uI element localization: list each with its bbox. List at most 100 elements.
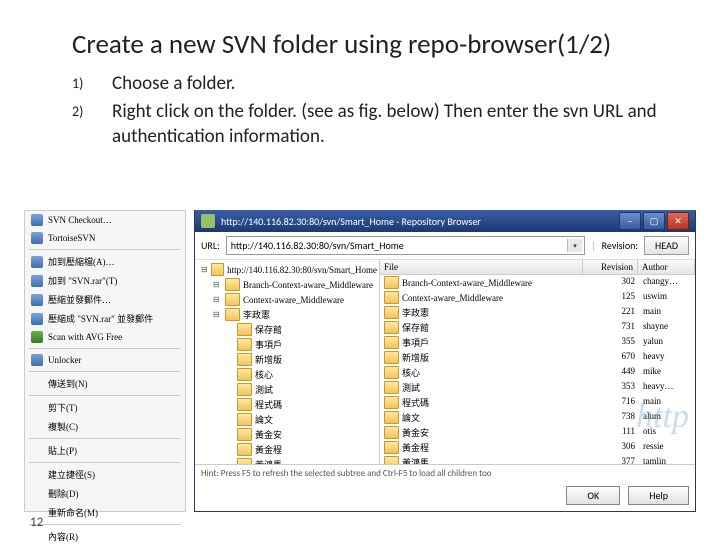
tree-item[interactable]: 核心: [197, 367, 377, 382]
file-name: 黃金程: [402, 441, 429, 454]
tree-item[interactable]: ⊟Context-aware_Middleware: [197, 292, 377, 307]
expand-icon[interactable]: ⊟: [213, 280, 222, 289]
file-list[interactable]: File Revision Author Branch-Context-awar…: [380, 260, 695, 464]
list-row[interactable]: 李政憲221main: [380, 305, 695, 320]
ctx-compress-mail[interactable]: 壓縮並發郵件…: [25, 290, 185, 309]
window-title: http://140.116.82.30:80/svn/Smart_Home -…: [221, 215, 613, 228]
file-name: 李政憲: [402, 306, 429, 319]
ctx-copy[interactable]: 複製(C): [25, 417, 185, 436]
chevron-down-icon[interactable]: ▾: [567, 239, 582, 252]
tree-label: http://140.116.82.30:80/svn/Smart_Home: [227, 265, 377, 275]
ctx-send-to[interactable]: 傳送到(N): [25, 374, 185, 393]
col-author[interactable]: Author: [638, 260, 695, 274]
file-name: 測試: [402, 381, 420, 394]
folder-icon: [384, 351, 399, 364]
ctx-avg-scan[interactable]: Scan with AVG Free: [25, 328, 185, 346]
list-row[interactable]: 論文738alum: [380, 410, 695, 425]
tree-item[interactable]: ⊟Branch-Context-aware_Middleware: [197, 277, 377, 292]
file-name: 黃金安: [402, 426, 429, 439]
folder-icon: [384, 336, 399, 349]
list-row[interactable]: 保存館731shayne: [380, 320, 695, 335]
ctx-add-archive[interactable]: 加到壓縮檔(A)…: [25, 252, 185, 271]
tree-item[interactable]: 事項戶: [197, 337, 377, 352]
minimize-button[interactable]: –: [619, 212, 641, 230]
ctx-svn-checkout[interactable]: SVN Checkout…: [25, 211, 185, 229]
head-button[interactable]: HEAD: [644, 236, 689, 255]
list-row[interactable]: 黃金程306ressie: [380, 440, 695, 455]
list-row[interactable]: Context-aware_Middleware125uswim: [380, 290, 695, 305]
blank-icon: [31, 402, 43, 414]
url-input[interactable]: http://140.116.82.30:80/svn/Smart_Home ▾: [226, 236, 585, 255]
titlebar[interactable]: http://140.116.82.30:80/svn/Smart_Home -…: [195, 210, 695, 232]
ctx-delete[interactable]: 刪除(D): [25, 484, 185, 503]
tree-item[interactable]: 保存館: [197, 322, 377, 337]
folder-icon: [237, 413, 252, 426]
list-row[interactable]: 測試353heavy…: [380, 380, 695, 395]
step-item: 2) Right click on the folder. (see as fi…: [72, 99, 680, 150]
screenshot-composite: SVN Checkout… TortoiseSVN 加到壓縮檔(A)… 加到 "…: [24, 210, 696, 512]
expand-icon[interactable]: ⊟: [201, 265, 208, 274]
expand-icon[interactable]: ⊟: [213, 295, 222, 304]
file-name: 保存館: [402, 321, 429, 334]
step-text: Right click on the folder. (see as fig. …: [112, 99, 680, 150]
file-name: Branch-Context-aware_Middleware: [402, 278, 532, 288]
ctx-unlocker[interactable]: Unlocker: [25, 351, 185, 369]
tree-panel[interactable]: ⊟http://140.116.82.30:80/svn/Smart_Home⊟…: [195, 260, 380, 464]
ctx-label: 加到 "SVN.rar"(T): [48, 274, 117, 287]
folder-icon: [384, 291, 399, 304]
ctx-rename[interactable]: 重新命名(M): [25, 503, 185, 522]
ok-button[interactable]: OK: [566, 486, 620, 505]
tree-item[interactable]: 黃鴻馬: [197, 457, 377, 464]
auth-cell: uswim: [639, 290, 695, 305]
tree-item[interactable]: 黃金程: [197, 442, 377, 457]
ctx-tortoisesvn[interactable]: TortoiseSVN: [25, 229, 185, 247]
folder-icon: [237, 443, 252, 456]
ctx-label: 複製(C): [48, 420, 78, 433]
separator: [29, 395, 181, 396]
ctx-cut[interactable]: 剪下(T): [25, 398, 185, 417]
rev-cell: 302: [585, 275, 639, 290]
ctx-paste[interactable]: 貼上(P): [25, 441, 185, 460]
expand-icon[interactable]: ⊟: [213, 310, 222, 319]
list-row[interactable]: 事項戶355yalun: [380, 335, 695, 350]
col-file[interactable]: File: [380, 260, 583, 274]
list-row[interactable]: 新增版670heavy: [380, 350, 695, 365]
list-row[interactable]: Branch-Context-aware_Middleware302changy…: [380, 275, 695, 290]
tree-item[interactable]: 新增版: [197, 352, 377, 367]
url-value: http://140.116.82.30:80/svn/Smart_Home: [231, 239, 404, 252]
tree-item[interactable]: ⊟ 李政憲: [197, 307, 377, 322]
folder-icon: [384, 276, 399, 289]
list-row[interactable]: 程式碼716main: [380, 395, 695, 410]
list-row[interactable]: 黃鴻馬377tamlin: [380, 455, 695, 464]
tree-item[interactable]: 測試: [197, 382, 377, 397]
list-row[interactable]: 黃金安111otis: [380, 425, 695, 440]
tree-item[interactable]: 黃金安: [197, 427, 377, 442]
ctx-label: 壓縮並發郵件…: [48, 293, 111, 306]
unlocker-icon: [31, 354, 43, 366]
folder-icon: [211, 263, 224, 276]
tree-label: 李政憲: [243, 308, 270, 321]
help-button[interactable]: Help: [628, 486, 689, 505]
ctx-label: Unlocker: [48, 355, 82, 365]
blank-icon: [31, 421, 43, 433]
close-button[interactable]: ✕: [667, 212, 689, 230]
rev-cell: 716: [585, 395, 639, 410]
ctx-compress-rar-mail[interactable]: 壓縮成 "SVN.rar" 並發郵件: [25, 309, 185, 328]
tree-item[interactable]: 程式碼: [197, 397, 377, 412]
auth-cell: yalun: [639, 335, 695, 350]
context-menu: SVN Checkout… TortoiseSVN 加到壓縮檔(A)… 加到 "…: [24, 210, 186, 512]
folder-icon: [225, 308, 240, 321]
folder-icon: [384, 381, 399, 394]
folder-icon: [384, 411, 399, 424]
maximize-button[interactable]: ▢: [643, 212, 665, 230]
ctx-shortcut[interactable]: 建立捷徑(S): [25, 465, 185, 484]
list-row[interactable]: 核心449mike: [380, 365, 695, 380]
tree-item[interactable]: 論文: [197, 412, 377, 427]
folder-icon: [237, 323, 252, 336]
folder-icon: [237, 368, 252, 381]
col-revision[interactable]: Revision: [583, 260, 638, 274]
ctx-properties[interactable]: 內容(R): [25, 527, 185, 546]
tree-item[interactable]: ⊟ http://140.116.82.30:80/svn/Smart_Home: [197, 262, 377, 277]
ctx-add-svnrar[interactable]: 加到 "SVN.rar"(T): [25, 271, 185, 290]
rev-cell: 449: [585, 365, 639, 380]
